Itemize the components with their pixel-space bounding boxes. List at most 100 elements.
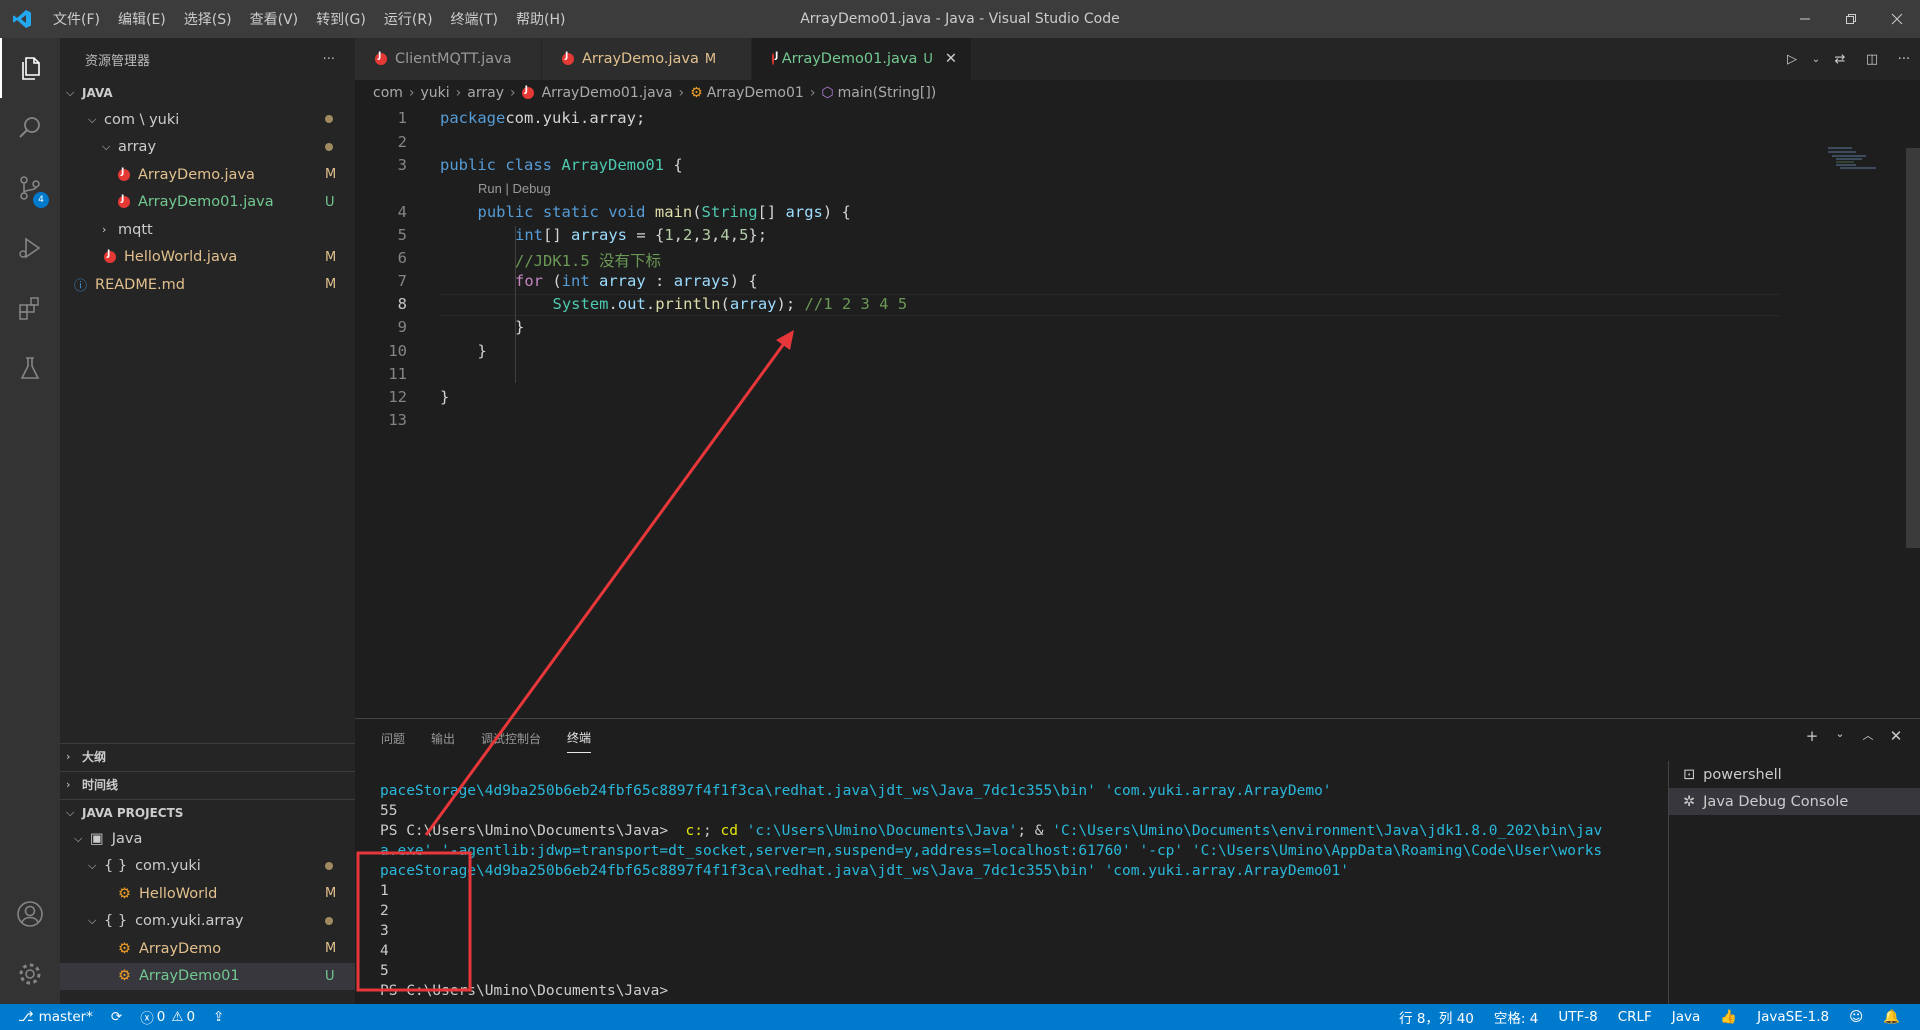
panel-tab[interactable]: 终端 (567, 723, 592, 753)
more-actions-icon[interactable]: ··· (323, 52, 335, 67)
panel-tab[interactable]: 输出 (431, 724, 455, 753)
editor-tab[interactable]: ArrayDemo01.java U ✕ (752, 38, 972, 80)
cursor-position[interactable]: 行 8，列 40 (1399, 1007, 1474, 1027)
feedback-icon[interactable]: ☺ (1849, 1009, 1863, 1025)
terminal-instance[interactable]: ✲ Java Debug Console (1669, 788, 1920, 815)
more-actions-icon[interactable]: ··· (1888, 52, 1920, 67)
code-token: args (785, 203, 823, 221)
menu-item[interactable]: 运行(R) (375, 9, 442, 29)
terminal-line: PS C:\Users\Umino\Documents\Java> c:; cd… (380, 821, 1685, 841)
open-changes-icon[interactable]: ⇄ (1824, 52, 1856, 67)
menu-item[interactable]: 编辑(E) (109, 9, 175, 29)
minimize-icon[interactable] (1782, 0, 1828, 38)
chevron-right-icon: › (66, 750, 71, 763)
code-token: ArrayDemo01 (561, 156, 665, 174)
new-terminal-icon[interactable]: + (1798, 727, 1826, 745)
live-share-icon[interactable]: ⇪ (213, 1009, 224, 1025)
code-token: , (729, 226, 740, 244)
menu-item[interactable]: 转到(G) (307, 9, 375, 29)
source-control-icon[interactable]: 4 (0, 158, 60, 218)
panel-tab[interactable]: 调试控制台 (481, 724, 541, 753)
breadcrumb-item[interactable]: ArrayDemo01.java (542, 85, 673, 101)
menu-item[interactable]: 查看(V) (241, 9, 308, 29)
notifications-bell-icon[interactable]: 🔔 (1883, 1009, 1900, 1025)
project-item[interactable]: ⚙ ArrayDemo M (60, 935, 355, 963)
tree-item[interactable]: HelloWorld.java M (60, 244, 355, 272)
settings-gear-icon[interactable] (0, 944, 60, 1004)
tree-item[interactable]: ⌵ com \ yuki (60, 106, 355, 134)
explorer-icon[interactable] (0, 38, 60, 98)
menu-item[interactable]: 选择(S) (175, 9, 241, 29)
maximize-panel-icon[interactable]: ︿ (1854, 727, 1882, 745)
terminal-text: 'C:\Users\Umino\Documents\environment\Ja… (1052, 823, 1603, 839)
panel-tab[interactable]: 问题 (381, 724, 405, 753)
code-token: } (515, 318, 525, 336)
sync-icon[interactable]: ⟳ (111, 1009, 122, 1025)
git-branch-icon[interactable]: ⎇ (18, 1009, 34, 1025)
section-outline[interactable]: › 大纲 (60, 743, 355, 769)
split-editor-icon[interactable]: ◫ (1856, 52, 1888, 67)
terminal-text: cd (720, 823, 738, 839)
project-item[interactable]: ⚙ HelloWorld M (60, 880, 355, 908)
chevron-down-icon[interactable]: ⌄ (1808, 54, 1824, 65)
terminal-instance[interactable]: ⊡ powershell (1669, 761, 1920, 788)
section-java[interactable]: ⌵ JAVA (60, 80, 355, 106)
editor-tab[interactable]: ArrayDemo.java M (542, 38, 752, 80)
indentation[interactable]: 空格: 4 (1494, 1007, 1538, 1027)
encoding[interactable]: UTF-8 (1558, 1009, 1597, 1025)
terminal-line: a.exe' '-agentlib:jdwp=transport=dt_sock… (380, 841, 1685, 861)
tree-item[interactable]: ⓘ README.md M (60, 271, 355, 299)
code-token: int (561, 272, 590, 290)
restore-icon[interactable] (1828, 0, 1874, 38)
error-count[interactable]: 0 (157, 1009, 166, 1025)
codelens-run-debug[interactable]: Run | Debug (478, 181, 551, 196)
terminal-text: paceStorage\4d9ba250b6eb24fbf65c8897f4f1… (380, 783, 1332, 799)
tree-item[interactable]: ArrayDemo.java M (60, 161, 355, 189)
error-icon[interactable]: ⓧ (140, 1007, 154, 1027)
menu-item[interactable]: 文件(F) (44, 9, 109, 29)
editor-tab[interactable]: ClientMQTT.java (355, 38, 542, 80)
tree-item[interactable]: ArrayDemo01.java U (60, 189, 355, 217)
breadcrumb-item[interactable]: array (467, 85, 504, 101)
java-file-icon (521, 85, 534, 99)
warning-icon[interactable]: ⚠ (171, 1009, 183, 1025)
testing-icon[interactable] (0, 338, 60, 398)
tree-item[interactable]: ⌵ array (60, 134, 355, 162)
vscode-logo-icon (0, 9, 44, 29)
terminal-output[interactable]: paceStorage\4d9ba250b6eb24fbf65c8897f4f1… (380, 781, 1685, 1001)
project-item[interactable]: ⌵ ▣ Java (60, 825, 355, 853)
branch-label[interactable]: master* (39, 1009, 93, 1025)
menu-item[interactable]: 终端(T) (442, 9, 507, 29)
project-item[interactable]: ⌵ { } com.yuki (60, 853, 355, 881)
menu-item[interactable]: 帮助(H) (507, 9, 574, 29)
warning-count[interactable]: 0 (186, 1009, 195, 1025)
code-line: for (int array : arrays) { (515, 272, 758, 290)
section-java-projects[interactable]: ⌵ JAVA PROJECTS (60, 799, 355, 825)
minimap[interactable] (1826, 146, 1906, 186)
section-timeline[interactable]: › 时间线 (60, 771, 355, 797)
extensions-icon[interactable] (0, 278, 60, 338)
project-item[interactable]: ⚙ ArrayDemo01 U (60, 962, 355, 990)
tree-item[interactable]: › mqtt (60, 216, 355, 244)
jdk-version[interactable]: JavaSE-1.8 (1757, 1009, 1829, 1025)
project-item[interactable]: ⌵ { } com.yuki.array (60, 908, 355, 936)
accounts-icon[interactable] (0, 884, 60, 944)
run-icon[interactable]: ▷ (1776, 52, 1808, 67)
chevron-down-icon[interactable]: ⌄ (1826, 727, 1854, 745)
breadcrumb-item[interactable]: yuki (421, 85, 450, 101)
chevron-down-icon: ⌵ (88, 112, 97, 126)
close-window-icon[interactable] (1874, 0, 1920, 38)
line-ending[interactable]: CRLF (1618, 1009, 1652, 1025)
search-icon[interactable] (0, 98, 60, 158)
close-tab-icon[interactable]: ✕ (945, 51, 957, 67)
close-panel-icon[interactable]: ✕ (1882, 727, 1910, 745)
terminal-instance-label: powershell (1703, 766, 1782, 783)
breadcrumb-item[interactable]: com (373, 85, 403, 101)
thumbs-up-icon[interactable]: 👍 (1720, 1009, 1737, 1025)
language-mode[interactable]: Java (1672, 1009, 1701, 1025)
breadcrumb-item[interactable]: ArrayDemo01 (707, 85, 804, 101)
run-debug-icon[interactable] (0, 218, 60, 278)
vertical-scrollbar[interactable] (1906, 148, 1920, 548)
breadcrumb-item[interactable]: main(String[]) (838, 85, 937, 101)
